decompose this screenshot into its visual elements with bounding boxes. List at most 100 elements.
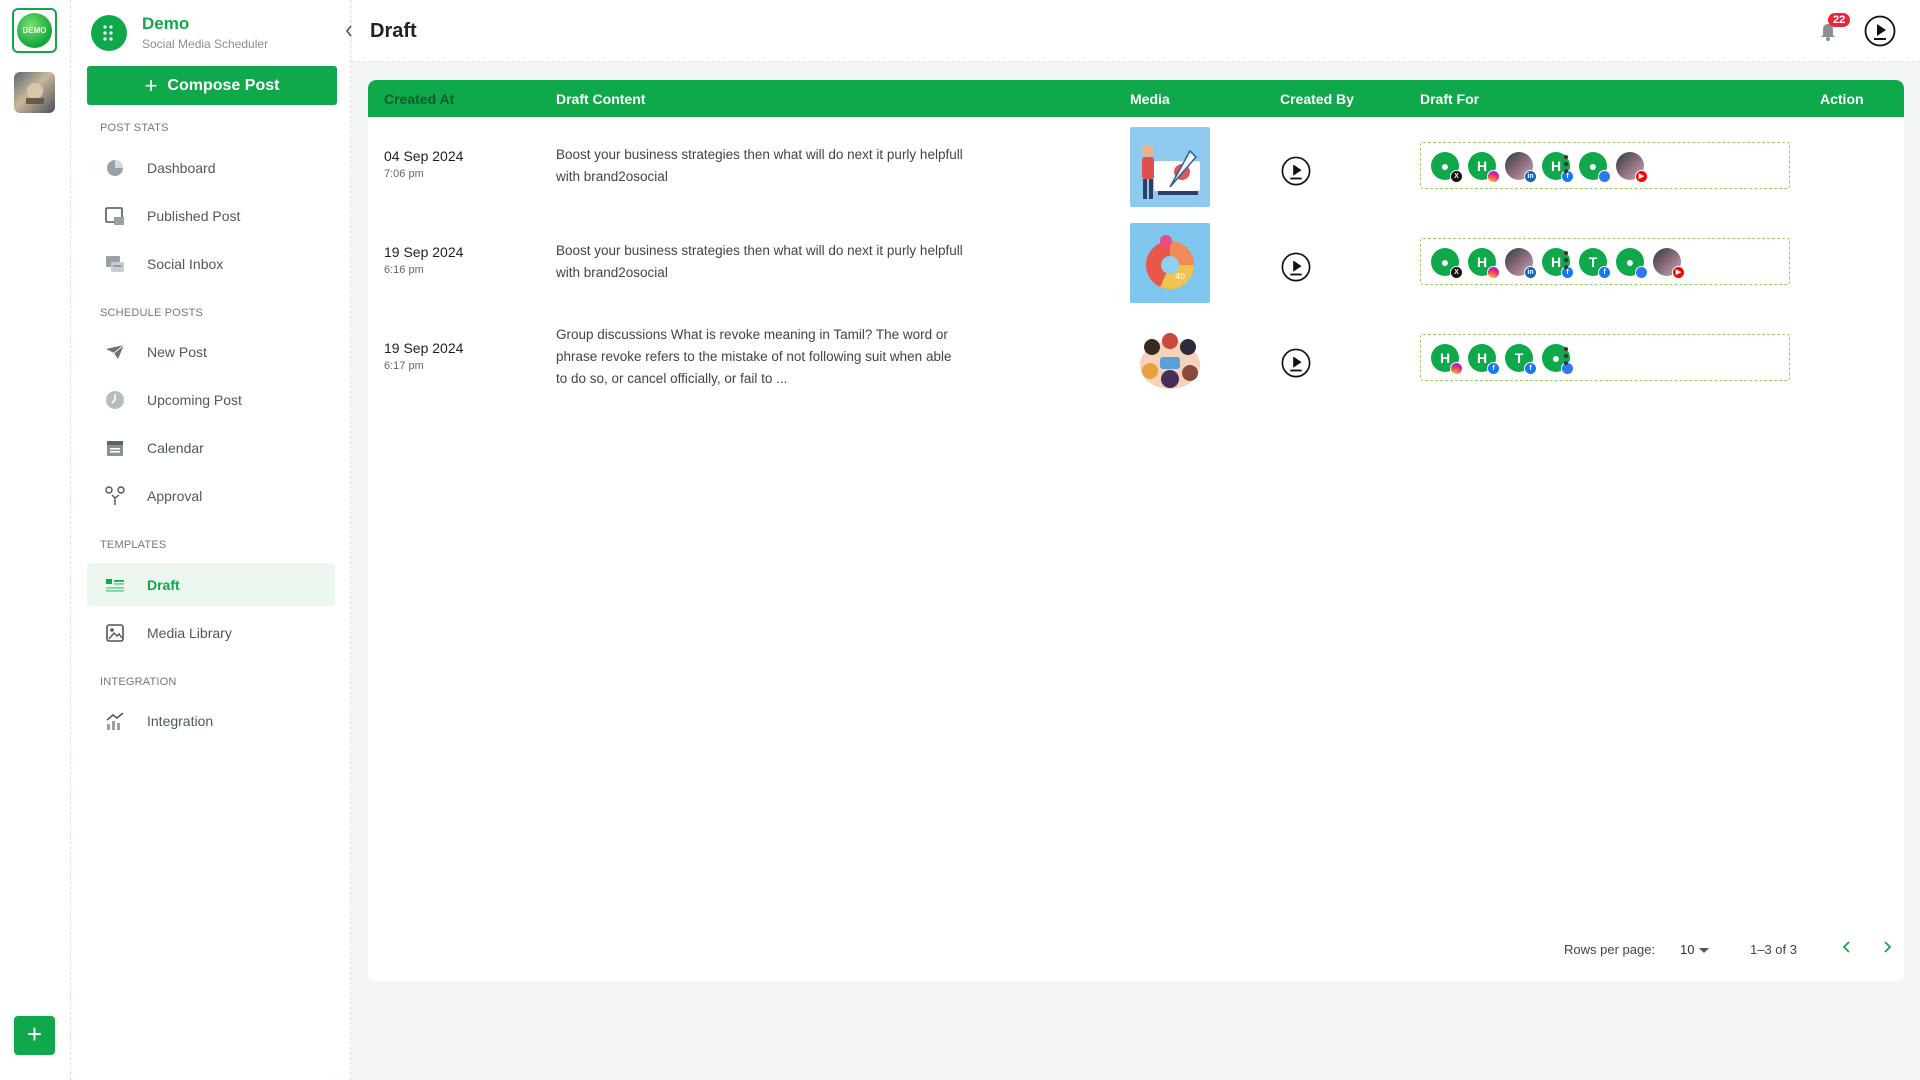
account-youtube[interactable]: ▶ — [1616, 151, 1648, 183]
brand-subtitle: Social Media Scheduler — [142, 37, 269, 51]
row-date: 19 Sep 2024 — [384, 340, 464, 356]
svg-text:40: 40 — [1175, 272, 1185, 281]
add-workspace-button[interactable]: + — [14, 1016, 55, 1055]
kebab-dot-icon — [1564, 169, 1568, 173]
row-content: Boost your business strategies then what… — [556, 147, 963, 184]
column-media: Media — [1130, 91, 1170, 107]
section-integration: INTEGRATION — [100, 676, 177, 688]
sidebar-item-calendar[interactable]: Calendar — [87, 426, 335, 469]
sidebar-item-upcoming-post[interactable]: Upcoming Post — [87, 378, 335, 421]
sidebar-item-social-inbox[interactable]: Social Inbox — [87, 242, 335, 285]
account-x[interactable]: ● X — [1431, 151, 1463, 183]
account-instagram[interactable]: H — [1468, 247, 1500, 279]
kebab-dot-icon — [1564, 354, 1568, 358]
sidebar-item-media-library[interactable]: Media Library — [87, 611, 335, 654]
kebab-dot-icon — [1564, 265, 1568, 269]
created-by-avatar[interactable] — [1281, 252, 1311, 282]
instagram-icon — [1487, 265, 1500, 279]
section-templates: TEMPLATES — [100, 539, 167, 551]
account-youtube[interactable]: ▶ — [1653, 247, 1685, 279]
published-post-icon — [103, 204, 127, 228]
business-strategy-illustration[interactable] — [1130, 127, 1210, 207]
sidebar-item-label: Approval — [147, 487, 203, 504]
sidebar-item-published-post[interactable]: Published Post — [87, 194, 335, 237]
brand-name: Demo — [142, 14, 190, 33]
brand-logo-icon — [91, 14, 127, 51]
section-schedule-posts: SCHEDULE POSTS — [100, 307, 204, 319]
row-time: 7:06 pm — [384, 168, 424, 180]
row-action-menu[interactable] — [1556, 248, 1576, 272]
account-linkedin[interactable]: in — [1505, 247, 1537, 279]
plus-icon: + — [144, 72, 158, 98]
linkedin-icon: in — [1524, 169, 1537, 183]
next-page-button[interactable] — [1876, 939, 1898, 961]
account-facebook[interactable]: Tf — [1579, 247, 1611, 279]
sidebar-item-label: Draft — [147, 576, 180, 593]
previous-page-button[interactable] — [1836, 939, 1858, 961]
google-business-icon — [1635, 265, 1648, 279]
account-google-business[interactable]: ● — [1579, 151, 1611, 183]
workspace-demo[interactable]: DEMO — [12, 8, 57, 53]
media-library-icon — [103, 621, 127, 645]
kebab-dot-icon — [1564, 155, 1568, 159]
row-action-menu[interactable] — [1556, 344, 1576, 368]
approval-icon — [103, 484, 127, 508]
account-facebook[interactable]: Tf — [1505, 343, 1537, 375]
sidebar-item-draft[interactable]: Draft — [87, 563, 335, 606]
sidebar-item-integration[interactable]: Integration — [87, 699, 335, 742]
account-x[interactable]: ● X — [1431, 247, 1463, 279]
sidebar-item-label: Social Inbox — [147, 255, 224, 272]
workspace-image-icon — [25, 82, 44, 104]
kebab-dot-icon — [1564, 162, 1568, 166]
compose-post-button[interactable]: + Compose Post — [87, 66, 337, 105]
kebab-dot-icon — [1564, 251, 1568, 255]
created-by-avatar[interactable] — [1281, 156, 1311, 186]
pagination-range: 1–3 of 3 — [1750, 942, 1797, 957]
sidebar-item-label: Upcoming Post — [147, 391, 242, 408]
group-discussion-illustration[interactable] — [1130, 319, 1210, 399]
rows-per-page-select[interactable]: 10 — [1680, 942, 1694, 957]
notification-count-badge: 22 — [1828, 13, 1851, 27]
account-linkedin[interactable]: in — [1505, 151, 1537, 183]
column-draft-for: Draft For — [1420, 91, 1480, 107]
chevron-right-icon — [1884, 941, 1892, 953]
new-post-icon — [103, 340, 127, 364]
sidebar-item-new-post[interactable]: New Post — [87, 330, 335, 373]
sidebar-item-approval[interactable]: Approval — [87, 474, 335, 517]
page-title: Draft — [370, 20, 417, 42]
workspace-secondary[interactable] — [14, 72, 55, 113]
sidebar-item-dashboard[interactable]: Dashboard — [87, 146, 335, 189]
column-created-at[interactable]: Created At — [384, 91, 454, 107]
google-business-icon — [1598, 169, 1611, 183]
social-inbox-icon — [103, 252, 127, 276]
account-instagram[interactable]: H — [1468, 151, 1500, 183]
profile-avatar-button[interactable] — [1864, 15, 1896, 47]
rows-per-page-label: Rows per page: — [1564, 942, 1656, 957]
column-created-by: Created By — [1280, 91, 1354, 107]
row-action-menu[interactable] — [1556, 152, 1576, 176]
sidebar-item-label: Calendar — [147, 439, 204, 456]
sidebar-item-label: Integration — [147, 712, 214, 729]
row-content: Group discussions What is revoke meaning… — [556, 327, 952, 386]
sidebar-item-label: Published Post — [147, 207, 241, 224]
section-post-stats: POST STATS — [100, 122, 169, 134]
draft-table-card: Created At Draft Content Media Created B… — [368, 80, 1904, 981]
facebook-icon: f — [1598, 265, 1611, 279]
draft-for-accounts: H Hf Tf ● — [1420, 334, 1790, 381]
account-google-business[interactable]: ● — [1616, 247, 1648, 279]
youtube-icon: ▶ — [1672, 265, 1685, 279]
x-icon: X — [1450, 169, 1463, 183]
pie-chart-illustration[interactable]: 40 — [1130, 223, 1210, 303]
sidebar-item-label: New Post — [147, 343, 207, 360]
brand: Demo Social Media Scheduler — [91, 14, 268, 51]
kebab-dot-icon — [1564, 361, 1568, 365]
instagram-icon — [1487, 169, 1500, 183]
demo-play-avatar-icon — [1281, 156, 1311, 186]
account-instagram[interactable]: H — [1431, 343, 1463, 375]
created-by-avatar[interactable] — [1281, 348, 1311, 378]
kebab-dot-icon — [1564, 258, 1568, 262]
row-date: 19 Sep 2024 — [384, 244, 464, 260]
workspace-demo-avatar: DEMO — [17, 13, 52, 48]
account-facebook[interactable]: Hf — [1468, 343, 1500, 375]
caret-down-icon[interactable] — [1699, 948, 1709, 953]
